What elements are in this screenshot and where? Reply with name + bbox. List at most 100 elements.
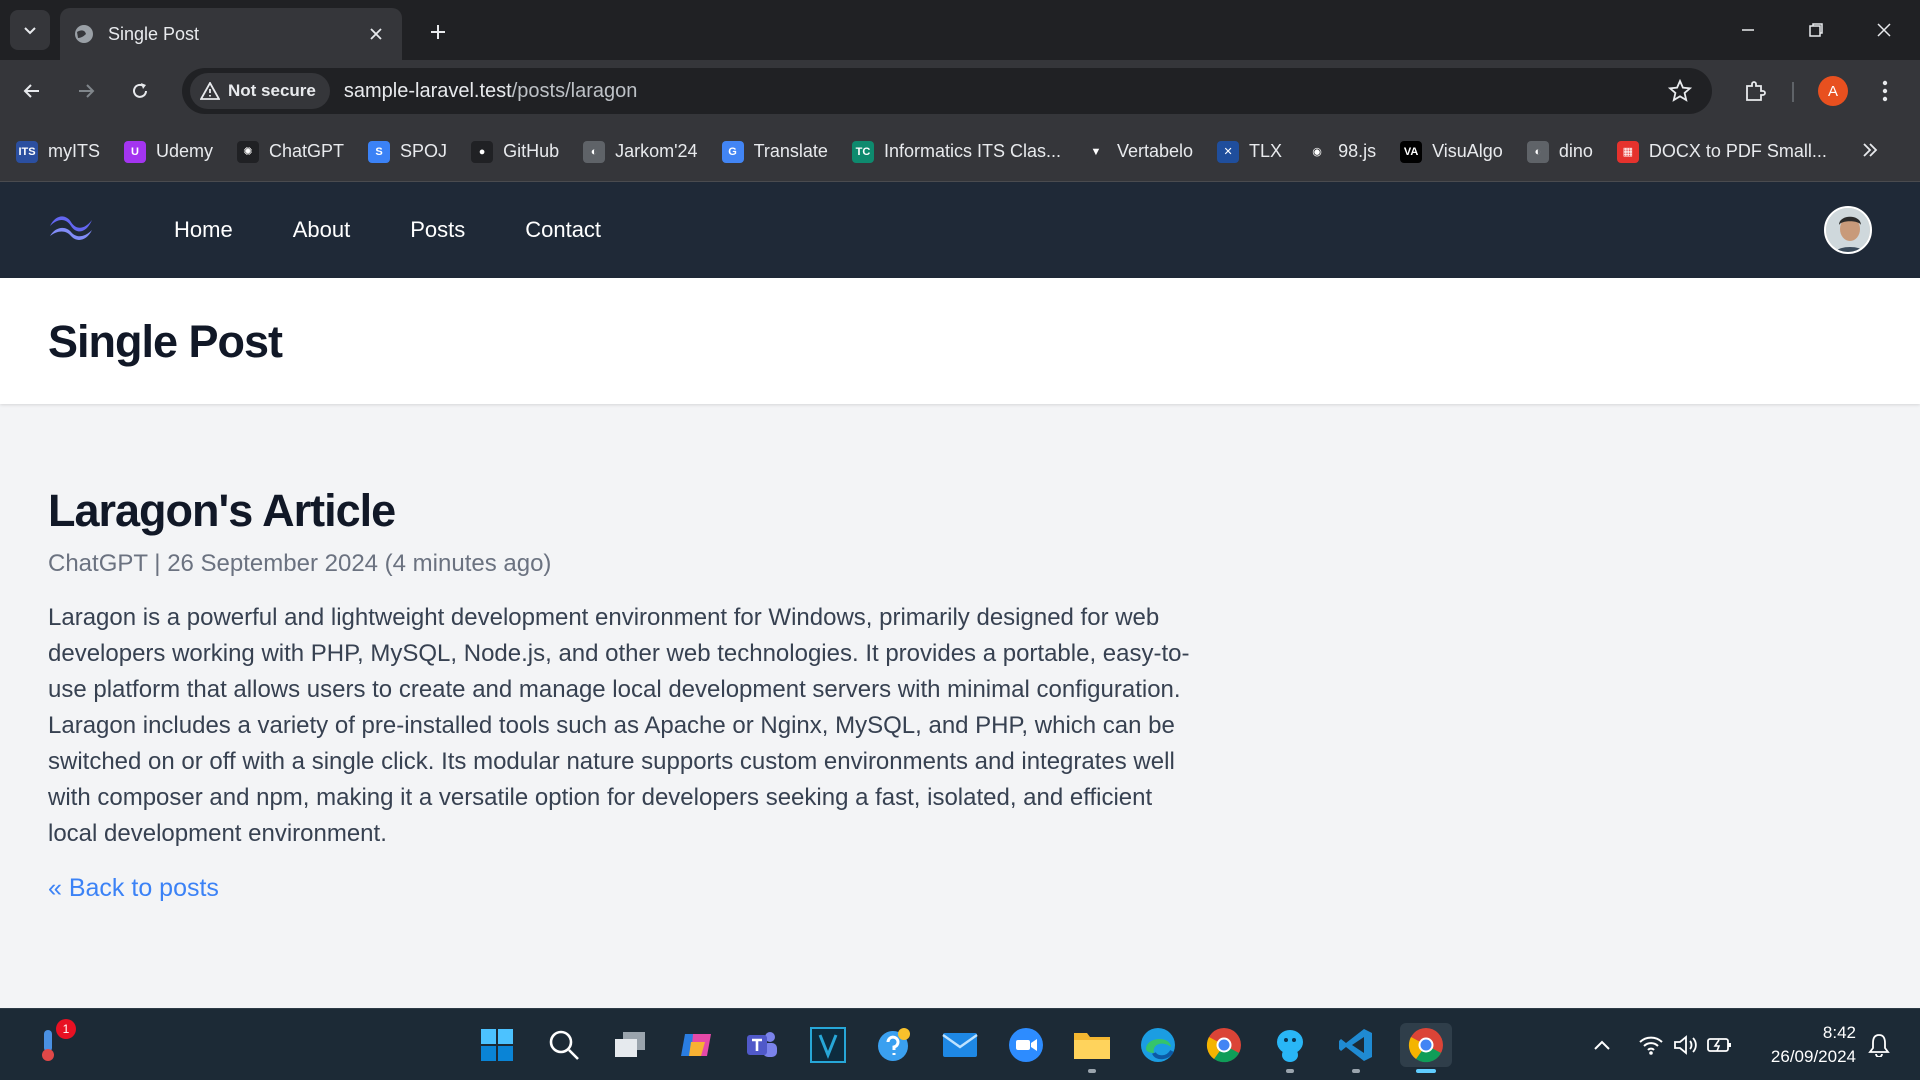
search-button[interactable]	[542, 1023, 586, 1067]
wsl-penguin-app[interactable]	[1268, 1023, 1312, 1073]
bookmark-item[interactable]: ● GitHub	[471, 140, 560, 163]
back-to-posts-link[interactable]: « Back to posts	[48, 874, 219, 903]
bookmark-item[interactable]: ◐ dino	[1526, 140, 1593, 163]
address-bar[interactable]: Not secure sample-laravel.test/posts/lar…	[182, 68, 1712, 114]
chrome-active-app[interactable]	[1400, 1023, 1452, 1073]
site-logo[interactable]	[48, 212, 94, 247]
post-meta: ChatGPT | 26 September 2024 (4 minutes a…	[48, 550, 1208, 578]
system-clock[interactable]: 8:42 26/09/2024	[1771, 1021, 1856, 1069]
browser-tab-bar: Single Post	[0, 0, 1920, 60]
bookmark-star-button[interactable]	[1667, 78, 1693, 108]
vertabelo-taskbar-app[interactable]	[806, 1023, 850, 1067]
copilot-app[interactable]	[674, 1023, 718, 1067]
tab-title: Single Post	[108, 23, 200, 44]
weather-widget[interactable]: 1	[26, 1019, 76, 1067]
quick-settings-button[interactable]	[1638, 1009, 1734, 1080]
active-tab[interactable]: Single Post	[60, 8, 402, 60]
chrome-app[interactable]	[1202, 1023, 1246, 1067]
nav-home[interactable]: Home	[150, 207, 257, 253]
get-help-app[interactable]	[872, 1023, 916, 1067]
running-indicator	[1088, 1069, 1096, 1073]
bookmark-item[interactable]: ITS myITS	[16, 140, 100, 163]
copilot-icon	[681, 1034, 711, 1056]
search-icon	[549, 1030, 579, 1060]
bookmark-item[interactable]: S SPOJ	[368, 140, 447, 163]
user-avatar[interactable]	[1824, 206, 1872, 254]
bookmark-label: myITS	[48, 141, 100, 161]
bookmark-item[interactable]: ◉ 98.js	[1306, 140, 1376, 163]
restore-icon	[1809, 23, 1823, 37]
double-chevron-right-icon	[1863, 143, 1878, 157]
minimize-button[interactable]	[1728, 10, 1768, 50]
reload-button[interactable]	[120, 71, 160, 111]
warning-icon	[200, 82, 220, 100]
show-hidden-icons-button[interactable]	[1592, 1009, 1612, 1080]
extensions-button[interactable]	[1735, 71, 1775, 111]
back-button[interactable]	[12, 71, 52, 111]
github-icon: ●	[471, 140, 494, 163]
globe-icon	[75, 25, 93, 43]
bookmark-item[interactable]: ▦ DOCX to PDF Small...	[1616, 140, 1827, 163]
nav-contact[interactable]: Contact	[501, 207, 625, 253]
vscode-icon	[1339, 1029, 1372, 1061]
udemy-icon: U	[124, 140, 146, 163]
bookmark-label: dino	[1558, 141, 1593, 161]
bookmark-item[interactable]: ◐ Jarkom'24	[583, 140, 698, 163]
chevron-down-icon	[24, 27, 36, 35]
notifications-button[interactable]	[1868, 1009, 1890, 1080]
task-view-icon	[615, 1032, 645, 1057]
spoj-icon: S	[368, 140, 391, 163]
vertabelo-icon: ▼	[1084, 140, 1107, 163]
security-indicator[interactable]: Not secure	[190, 73, 330, 109]
tab-search-button[interactable]	[10, 10, 50, 50]
restore-button[interactable]	[1796, 10, 1836, 50]
start-button[interactable]	[475, 1023, 519, 1067]
file-explorer-app[interactable]	[1070, 1023, 1114, 1073]
person-photo-icon	[1826, 208, 1870, 252]
nav-about[interactable]: About	[269, 207, 375, 253]
tailwind-logo-icon	[50, 216, 92, 240]
mail-app[interactable]	[938, 1023, 982, 1067]
profile-avatar-button[interactable]: A	[1818, 76, 1848, 106]
minimize-icon	[1742, 29, 1754, 31]
more-bookmarks-button[interactable]	[1860, 140, 1880, 166]
vscode-app[interactable]	[1334, 1023, 1378, 1073]
bookmark-item[interactable]: TC Informatics ITS Clas...	[851, 140, 1061, 163]
post-author: ChatGPT	[48, 549, 148, 577]
browser-menu-button[interactable]	[1870, 71, 1900, 111]
globe-icon: ◐	[1526, 140, 1549, 163]
bookmark-item[interactable]: VA VisuAlgo	[1400, 140, 1503, 163]
tab-close-button[interactable]	[364, 22, 388, 46]
penguin-icon	[1277, 1030, 1303, 1062]
bookmark-item[interactable]: U Udemy	[124, 140, 213, 163]
close-window-button[interactable]	[1864, 10, 1904, 50]
clock-date: 26/09/2024	[1770, 1047, 1856, 1066]
new-tab-button[interactable]	[420, 14, 456, 50]
edge-app[interactable]	[1136, 1023, 1180, 1067]
bookmark-label: GitHub	[503, 141, 560, 161]
folder-icon	[1074, 1033, 1110, 1059]
bookmark-item[interactable]: ✕ TLX	[1217, 140, 1282, 163]
close-icon	[370, 28, 382, 40]
post-date: 26 September 2024 (4 minutes ago)	[167, 549, 552, 577]
forward-button[interactable]	[66, 71, 106, 111]
task-view-button[interactable]	[608, 1023, 652, 1067]
url-text[interactable]: sample-laravel.test/posts/laragon	[344, 80, 637, 103]
smallpdf-icon: ▦	[1616, 140, 1639, 163]
mail-icon	[942, 1033, 978, 1057]
arrow-right-icon	[79, 84, 95, 98]
page-header: Single Post	[0, 278, 1920, 404]
wifi-icon	[1639, 1036, 1663, 1055]
chrome-icon	[1408, 1028, 1443, 1063]
active-indicator	[1416, 1069, 1436, 1073]
bookmark-label: ChatGPT	[269, 141, 345, 161]
bookmark-item[interactable]: ▼ Vertabelo	[1084, 140, 1193, 163]
zoom-app[interactable]	[1004, 1023, 1048, 1067]
bookmark-label: VisuAlgo	[1432, 141, 1503, 161]
bookmark-item[interactable]: ✺ ChatGPT	[237, 140, 345, 163]
chrome-icon	[1206, 1028, 1241, 1063]
zoom-icon	[1009, 1028, 1043, 1062]
teams-app[interactable]	[740, 1023, 784, 1067]
bookmark-item[interactable]: G Translate	[721, 140, 828, 163]
nav-posts[interactable]: Posts	[386, 207, 489, 253]
